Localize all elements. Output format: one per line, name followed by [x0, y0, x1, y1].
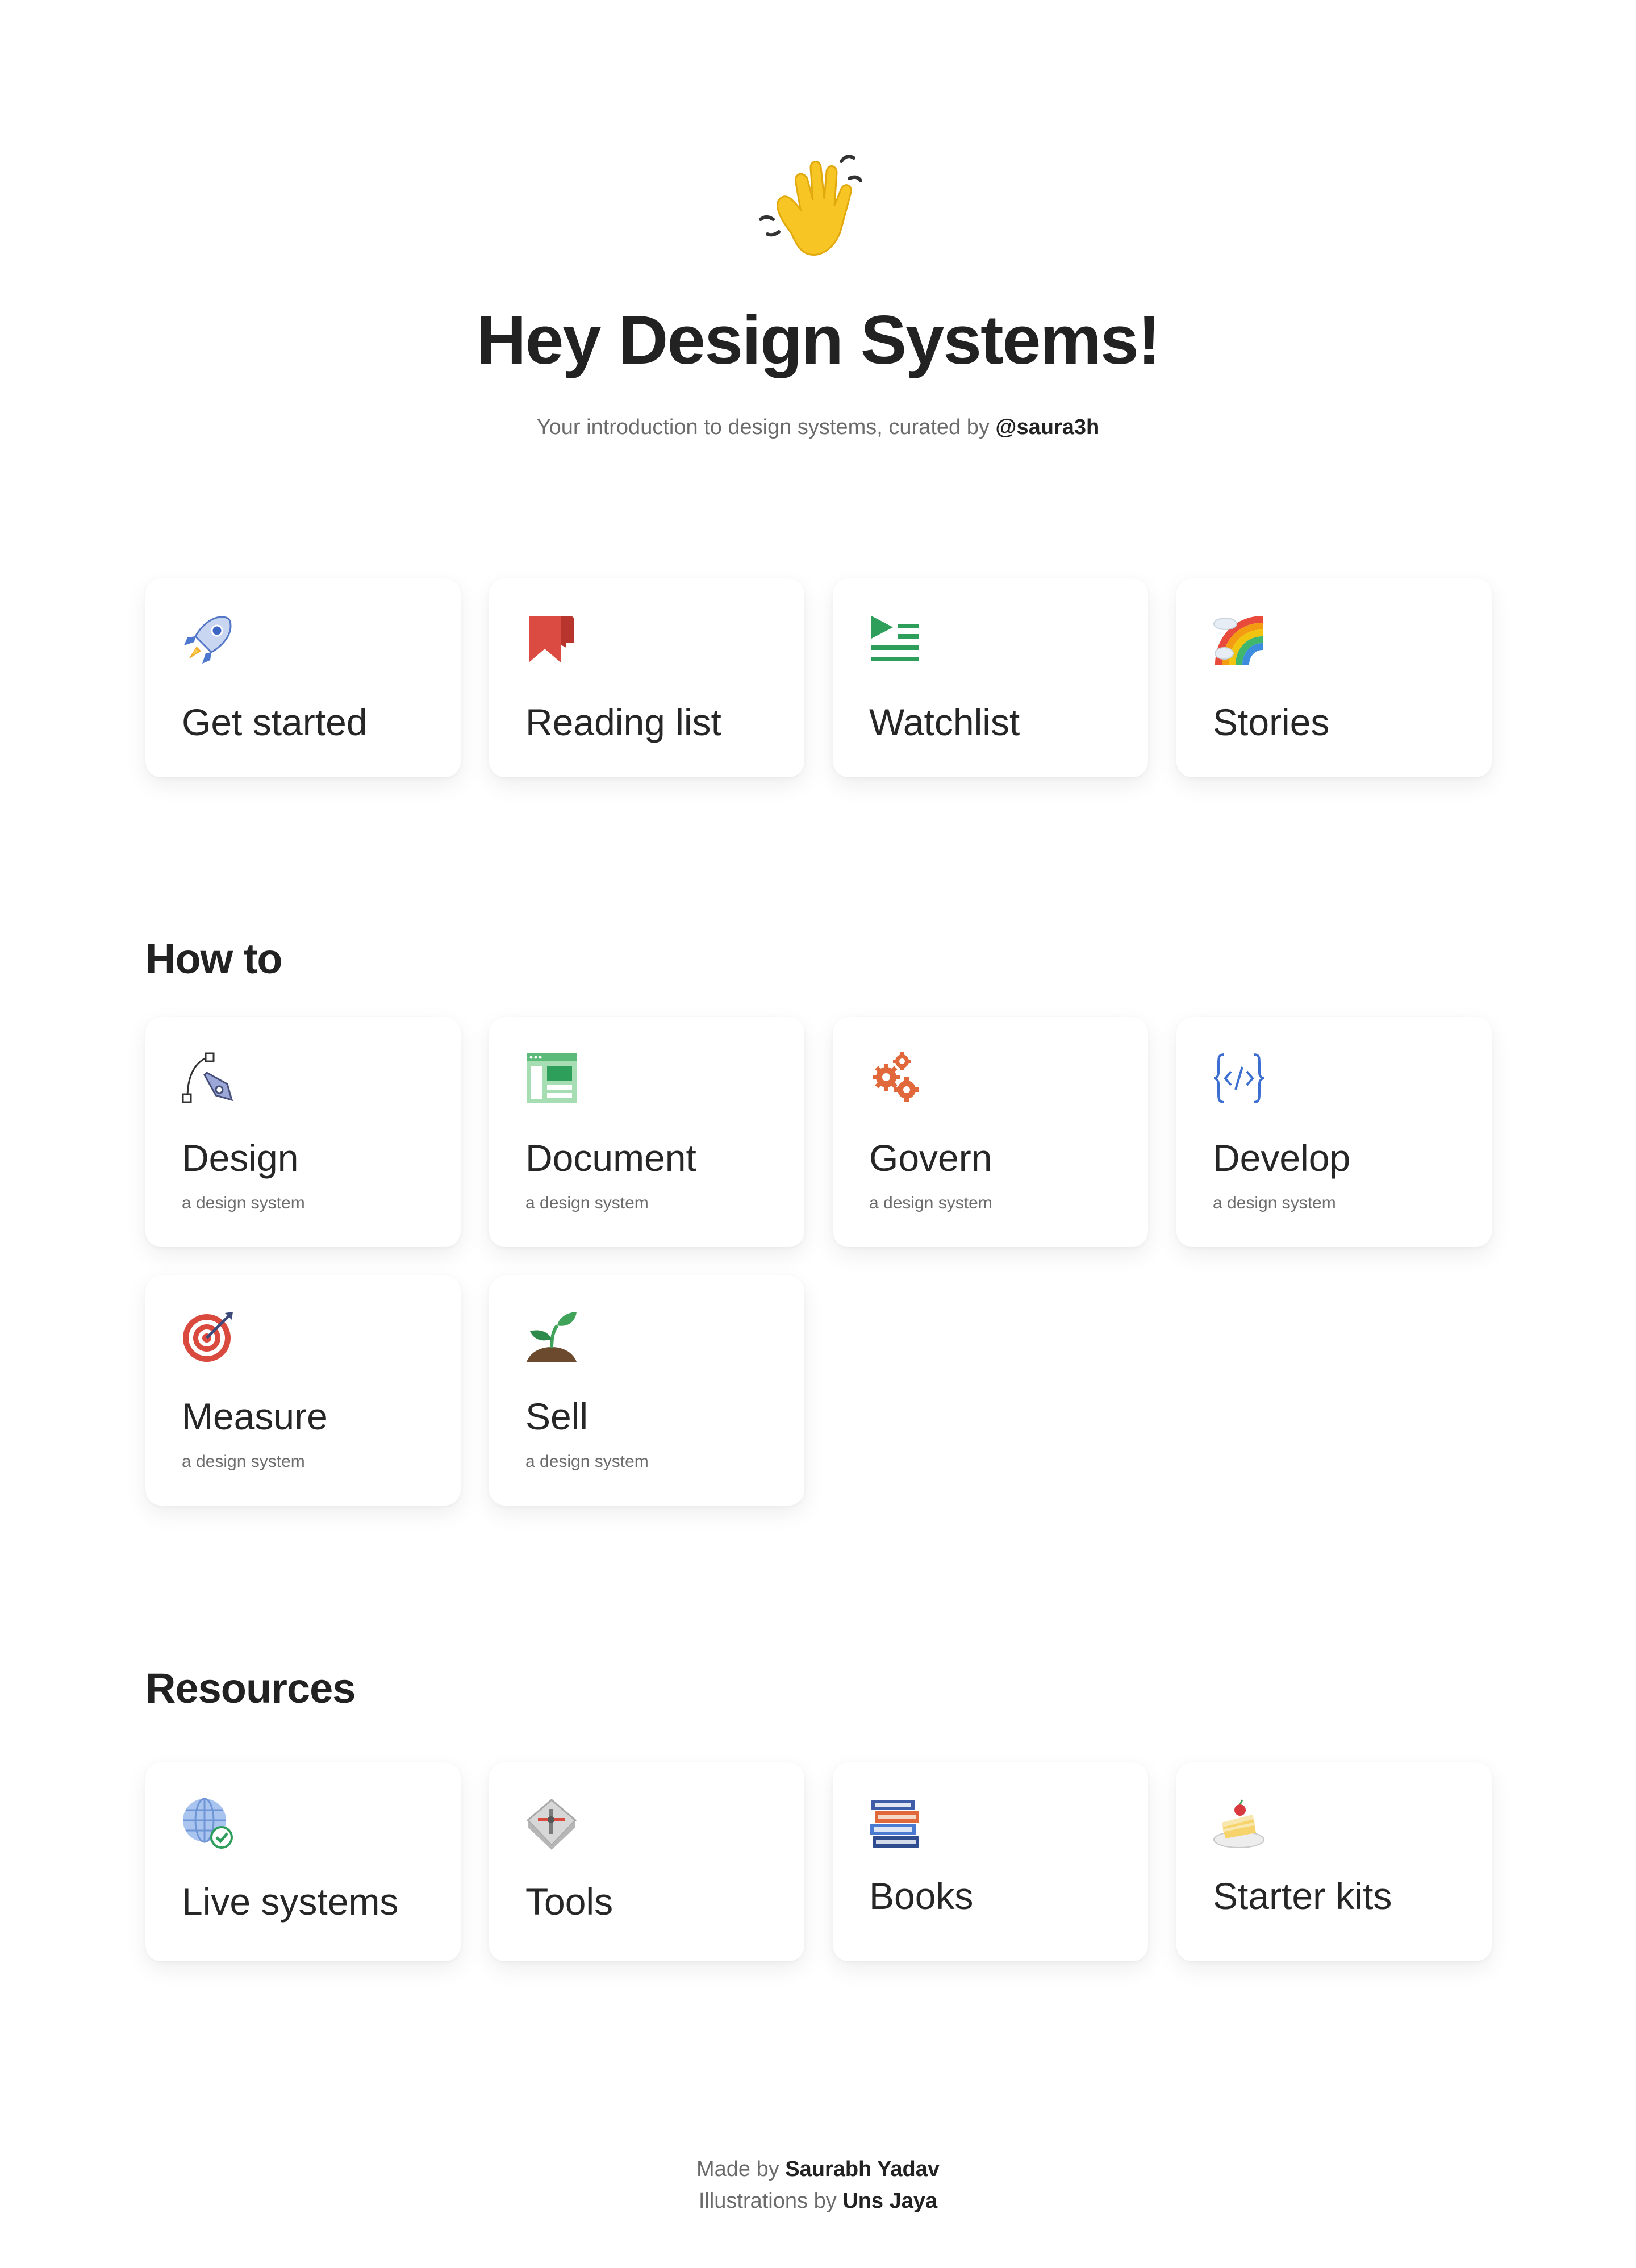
waving-hand-icon	[756, 149, 879, 262]
page-title: Hey Design Systems!	[476, 301, 1161, 378]
author-link[interactable]: Saurabh Yadav	[785, 2157, 940, 2181]
card-watchlist[interactable]: Watchlist	[833, 578, 1148, 777]
footer: Made by Saurabh Yadav Illustrations by U…	[0, 2153, 1636, 2217]
card-measure[interactable]: Measure a design system	[145, 1275, 461, 1506]
rainbow-icon	[1213, 614, 1265, 666]
card-sublabel: a design system	[525, 1452, 649, 1471]
books-icon	[869, 1798, 921, 1850]
tools-icon	[525, 1798, 578, 1850]
section-title-how-to: How to	[145, 935, 283, 982]
card-label: Document	[525, 1137, 696, 1179]
card-develop[interactable]: Develop a design system	[1176, 1017, 1492, 1247]
card-label: Watchlist	[869, 701, 1020, 743]
card-sublabel: a design system	[182, 1194, 305, 1212]
footer-illustrations-by: Illustrations by Uns Jaya	[0, 2185, 1636, 2217]
quick-links-grid: Get started Reading list Watchlist Stori…	[145, 578, 1492, 777]
card-sublabel: a design system	[525, 1194, 649, 1212]
card-label: Measure	[182, 1395, 328, 1437]
card-sublabel: a design system	[1213, 1194, 1336, 1212]
curator-handle-link[interactable]: @saura3h	[995, 415, 1099, 439]
card-get-started[interactable]: Get started	[145, 578, 461, 777]
footer-illustrations-text: Illustrations by	[698, 2189, 843, 2213]
rocket-icon	[182, 614, 234, 666]
card-tools[interactable]: Tools	[489, 1762, 804, 1961]
seedling-icon	[525, 1311, 578, 1363]
subtitle-text: Your introduction to design systems, cur…	[536, 415, 996, 439]
bookmark-icon	[525, 614, 578, 666]
card-stories[interactable]: Stories	[1176, 578, 1492, 777]
card-live-systems[interactable]: Live systems	[145, 1762, 461, 1961]
card-label: Develop	[1213, 1137, 1351, 1179]
card-label: Books	[869, 1875, 974, 1917]
code-braces-icon	[1213, 1052, 1265, 1104]
card-design[interactable]: Design a design system	[145, 1017, 461, 1247]
section-title-resources: Resources	[145, 1665, 356, 1712]
globe-check-icon	[182, 1798, 234, 1850]
card-govern[interactable]: Govern a design system	[833, 1017, 1148, 1247]
target-icon	[182, 1311, 234, 1363]
gears-icon	[869, 1052, 921, 1104]
card-label: Govern	[869, 1137, 992, 1179]
card-document[interactable]: Document a design system	[489, 1017, 804, 1247]
illustrator-link[interactable]: Uns Jaya	[842, 2189, 937, 2213]
cake-icon	[1213, 1798, 1265, 1850]
card-label: Tools	[525, 1881, 614, 1923]
resources-grid: Live systems Tools Books Starter kits	[145, 1762, 1492, 1961]
card-reading-list[interactable]: Reading list	[489, 578, 804, 777]
card-starter-kits[interactable]: Starter kits	[1176, 1762, 1492, 1961]
card-label: Stories	[1213, 701, 1330, 743]
footer-made-by: Made by Saurabh Yadav	[0, 2153, 1636, 2185]
playlist-icon	[869, 614, 921, 666]
card-sublabel: a design system	[182, 1452, 305, 1471]
card-books[interactable]: Books	[833, 1762, 1148, 1961]
card-label: Live systems	[182, 1881, 399, 1923]
card-label: Get started	[182, 701, 368, 743]
page-subtitle: Your introduction to design systems, cur…	[0, 411, 1636, 443]
footer-made-by-text: Made by	[696, 2157, 786, 2181]
document-layout-icon	[525, 1052, 578, 1104]
card-label: Design	[182, 1137, 299, 1179]
card-label: Sell	[525, 1395, 589, 1437]
card-sell[interactable]: Sell a design system	[489, 1275, 804, 1506]
card-sublabel: a design system	[869, 1194, 992, 1212]
card-label: Starter kits	[1213, 1875, 1392, 1917]
how-to-grid: Design a design system Document a design…	[145, 1017, 1492, 1506]
card-label: Reading list	[525, 701, 721, 743]
pen-tool-icon	[182, 1052, 234, 1104]
